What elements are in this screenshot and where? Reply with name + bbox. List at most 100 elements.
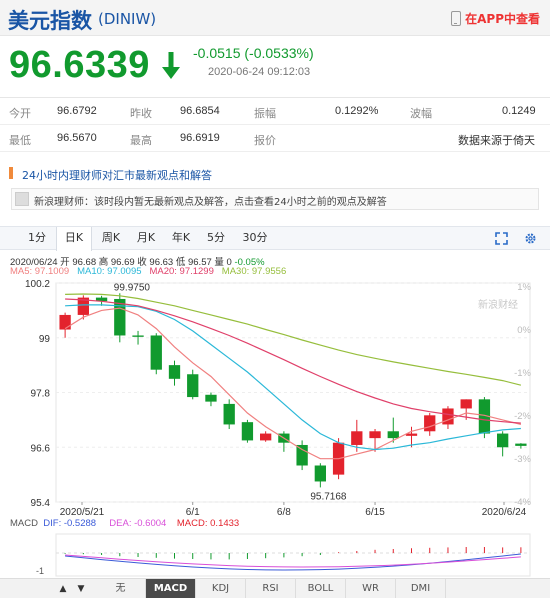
tab-30min[interactable]: 30分 [239,227,271,250]
stat-value: 0.1292% [335,105,379,117]
ma5-line [64,307,522,460]
ma10-line [65,304,521,451]
macd-legend: MACD DIF: -0.5288 DEA: -0.6004 MACD: 0.1… [10,518,239,529]
period-tabs: 1分 日K 周K 月K 年K 5分 30分 [0,226,550,251]
stat-value: 96.6919 [180,132,220,144]
pct-tick-label: -2% [514,411,531,422]
expert-opinion-link[interactable]: 24小时内理财师对汇市最新观点和解答 [22,167,212,183]
indicator-macd[interactable]: MACD [146,579,196,598]
candle-body [460,399,472,409]
macd-ytick: -1 [36,566,44,576]
scroll-right-icon[interactable]: ▼ [74,582,88,596]
indicator-dmi[interactable]: DMI [396,579,446,598]
stat-label: 波幅 [410,108,432,120]
stats-row: 最低 96.5670 最高 96.6919 报价 数据来源于倚天 [0,125,550,152]
tab-monthly[interactable]: 月K [131,227,161,250]
candle-body [497,433,509,448]
expert-notice[interactable]: 新浪理财师：该时段内暂无最新观点及解答，点击查看24小时之前的观点及解答 [11,188,539,210]
fullscreen-icon[interactable] [495,232,508,245]
stat-label: 今开 [9,108,31,120]
header-bar: 美元指数 (DINIW) 在APP中查看 [0,0,550,36]
x-tick-label: 6/1 [186,507,200,516]
current-price: 96.6339 [9,44,150,86]
candle-body [515,443,527,446]
price-change: -0.0515 (-0.0533%) [193,45,314,61]
indicator-none[interactable]: 无 [96,579,146,598]
indicator-kdj[interactable]: KDJ [196,579,246,598]
quote-time: 2020-06-24 09:12:03 [208,66,311,78]
tab-daily[interactable]: 日K [56,227,92,251]
stat-value: 96.5670 [57,132,97,144]
open-in-app-link[interactable]: 在APP中查看 [451,10,540,27]
candle-body [168,365,181,379]
candle-body [59,314,71,330]
macd-chart[interactable]: -1 [0,530,550,578]
pct-tick-label: 1% [517,282,531,293]
candle-body [132,335,144,337]
x-tick-label: 6/8 [277,507,291,516]
candle-body [260,433,272,441]
candle-body [424,415,436,432]
tab-weekly[interactable]: 周K [96,227,126,250]
candle-body [241,422,254,441]
expert-notice-text: 新浪理财师：该时段内暂无最新观点及解答，点击查看24小时之前的观点及解答 [34,197,387,208]
y-tick-label: 99 [39,334,51,345]
candlestick-chart[interactable]: 新浪财经 100.29997.896.695.4 1%0%-1%-2%-3%-4… [0,276,550,516]
y-tick-label: 95.4 [31,498,51,509]
stat-label: 最低 [9,135,31,147]
y-tick-label: 100.2 [25,279,50,290]
pct-tick-label: 0% [517,325,531,336]
stat-value: 96.6854 [180,105,220,117]
expert-opinion-bar: 24小时内理财师对汇市最新观点和解答 [0,161,550,185]
gear-icon[interactable] [524,232,537,245]
data-source: 数据来源于倚天 [458,135,535,147]
stat-value: 96.6792 [57,105,97,117]
indicator-boll[interactable]: BOLL [296,579,346,598]
dif-label: DIF: -0.5288 [43,518,97,529]
candle-body [205,394,217,402]
candle-body [187,374,199,398]
stat-value: 0.1249 [502,105,536,117]
indicator-tabs: ▲ ▼ 无 MACD KDJ RSI BOLL WR DMI [0,578,550,598]
y-tick-label: 97.8 [31,389,51,400]
candle-body [296,444,308,466]
candle-body [442,408,454,425]
stat-label: 报价 [254,135,276,147]
quote-stats-table: 今开 96.6792 昨收 96.6854 振幅 0.1292% 波幅 0.12… [0,97,550,152]
tab-1min[interactable]: 1分 [22,227,52,250]
down-arrow-icon [162,52,180,79]
avatar [15,192,29,206]
high-annotation: 99.9750 [114,282,151,293]
indicator-rsi[interactable]: RSI [246,579,296,598]
pct-tick-label: -1% [514,368,531,379]
phone-icon [451,11,462,26]
y-tick-label: 96.6 [31,443,51,454]
candle-body [369,431,381,439]
stat-label: 最高 [130,135,152,147]
ma20-line [65,298,521,424]
pct-tick-label: -3% [514,454,531,465]
macd-title: MACD [10,518,38,529]
tab-yearly[interactable]: 年K [166,227,196,250]
section-marker [9,167,13,179]
stat-label: 昨收 [130,108,152,120]
watermark: 新浪财经 [478,298,518,311]
low-annotation: 95.7168 [310,491,347,502]
stats-row: 今开 96.6792 昨收 96.6854 振幅 0.1292% 波幅 0.12… [0,98,550,125]
x-tick-label: 2020/5/21 [60,507,105,516]
symbol-code: (DINIW) [98,10,157,28]
candle-body [351,431,363,445]
x-tick-label: 2020/6/24 [482,507,527,516]
candle-body [387,431,399,439]
x-tick-label: 6/15 [365,507,385,516]
candle-body [150,335,162,370]
page-title: 美元指数 [8,9,92,33]
dea-label: DEA: -0.6004 [109,518,167,529]
tab-5min[interactable]: 5分 [201,227,231,250]
candle-body [223,403,235,425]
macd-value-label: MACD: 0.1433 [176,518,240,529]
open-in-app-label: 在APP中查看 [465,12,540,26]
scroll-left-icon[interactable]: ▲ [56,582,70,596]
ma30-line [65,293,522,386]
indicator-wr[interactable]: WR [346,579,396,598]
